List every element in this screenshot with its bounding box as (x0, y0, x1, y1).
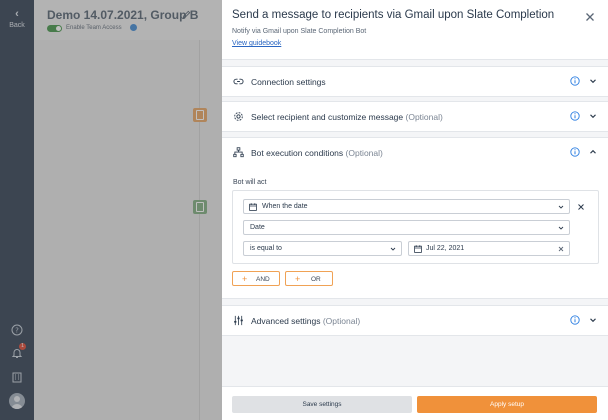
date-value: Jul 22, 2021 (426, 245, 465, 252)
or-label: OR (311, 276, 321, 283)
date-value-input[interactable]: Jul 22, 2021 (408, 241, 570, 256)
section-title: Advanced settings (Optional) (251, 316, 360, 326)
close-icon[interactable] (584, 11, 596, 23)
modal-backdrop[interactable] (0, 0, 222, 420)
section-title: Connection settings (251, 77, 326, 87)
calendar-icon (414, 245, 422, 253)
panel-header: Send a message to recipients via Gmail u… (222, 0, 608, 60)
add-or-button[interactable]: + OR (285, 271, 333, 286)
panel-title: Send a message to recipients via Gmail u… (232, 9, 555, 21)
and-label: AND (256, 276, 270, 283)
execution-conditions-section: Bot execution conditions (Optional) Bot … (222, 137, 608, 299)
chevron-down-icon[interactable] (589, 316, 597, 324)
chevron-down-icon (558, 226, 564, 230)
operator-select[interactable]: is equal to (243, 241, 402, 256)
link-icon (233, 78, 244, 85)
panel-subtitle: Notify via Gmail upon Slate Completion B… (232, 28, 367, 35)
when-select-value: When the date (262, 203, 308, 210)
recipient-section: Select recipient and customize message (… (222, 101, 608, 132)
chevron-down-icon (390, 247, 396, 251)
section-title: Select recipient and customize message (… (251, 112, 443, 122)
add-and-button[interactable]: + AND (232, 271, 280, 286)
calendar-icon (249, 203, 257, 211)
optional-label: (Optional) (345, 148, 383, 158)
operator-value: is equal to (250, 245, 282, 252)
recipient-header[interactable]: Select recipient and customize message (… (222, 102, 608, 131)
plus-icon: + (295, 274, 301, 284)
section-title-text: Advanced settings (251, 316, 321, 326)
optional-label: (Optional) (322, 316, 361, 326)
flow-tree-icon (233, 147, 244, 158)
gear-icon (234, 112, 243, 121)
info-icon[interactable] (570, 111, 580, 121)
execution-conditions-header[interactable]: Bot execution conditions (Optional) (222, 138, 608, 167)
connection-settings-section: Connection settings (222, 66, 608, 97)
section-title: Bot execution conditions (Optional) (251, 148, 383, 158)
info-icon[interactable] (570, 147, 580, 157)
advanced-settings-section: Advanced settings (Optional) (222, 305, 608, 336)
apply-setup-button[interactable]: Apply setup (417, 396, 597, 413)
save-settings-button[interactable]: Save settings (232, 396, 412, 413)
connection-settings-header[interactable]: Connection settings (222, 67, 608, 96)
info-icon[interactable] (570, 315, 580, 325)
chevron-down-icon[interactable] (589, 77, 597, 85)
optional-label: (Optional) (405, 112, 443, 122)
remove-condition-icon[interactable] (577, 203, 585, 211)
panel-footer: Save settings Apply setup (222, 386, 608, 420)
chevron-up-icon[interactable] (589, 148, 597, 156)
when-select[interactable]: When the date (243, 199, 570, 214)
info-icon[interactable] (570, 76, 580, 86)
plus-icon: + (242, 274, 248, 284)
condition-group: When the date Date is equal to Jul 22, 2… (232, 190, 599, 264)
section-title-text: Bot execution conditions (251, 148, 344, 158)
view-guidebook-link[interactable]: View guidebook (232, 40, 281, 47)
chevron-down-icon[interactable] (589, 112, 597, 120)
sliders-icon (234, 315, 243, 326)
bot-settings-panel: Send a message to recipients via Gmail u… (222, 0, 608, 420)
advanced-settings-header[interactable]: Advanced settings (Optional) (222, 306, 608, 335)
date-field-select[interactable]: Date (243, 220, 570, 235)
chevron-down-icon (558, 205, 564, 209)
bot-will-act-label: Bot will act (233, 179, 267, 186)
clear-icon[interactable] (558, 246, 564, 252)
date-field-value: Date (250, 224, 265, 231)
section-title-text: Select recipient and customize message (251, 112, 404, 122)
